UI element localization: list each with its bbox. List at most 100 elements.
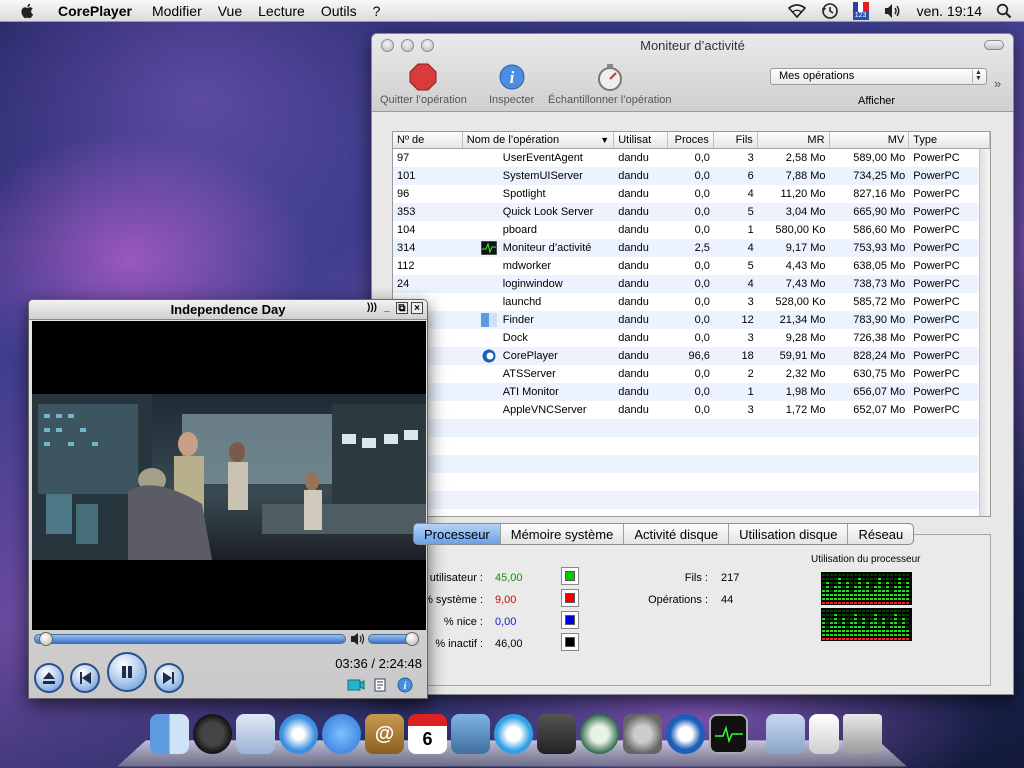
time-machine-icon[interactable] — [580, 714, 619, 754]
time-machine-menu-icon[interactable] — [821, 2, 839, 20]
table-row[interactable]: AppleVNCServer dandu 0,0 3 1,72 Mo 652,07 Mo P… — [393, 401, 990, 419]
menu-app-name[interactable]: CorePlayer — [50, 3, 144, 19]
close-icon[interactable]: × — [411, 302, 423, 314]
user-color-swatch[interactable] — [561, 567, 579, 585]
table-row[interactable]: 314 Moniteur d’activité dandu 2,5 4 9,17 Mo 75… — [393, 239, 990, 257]
blank-app-icon — [481, 367, 497, 381]
table-row[interactable]: 96 Spotlight dandu 0,0 4 11,20 Mo 827,16 Mo Pow… — [393, 185, 990, 203]
cell-cpu: 0,0 — [694, 170, 710, 182]
apple-menu-icon[interactable] — [18, 2, 38, 20]
tab-network[interactable]: Réseau — [848, 524, 913, 544]
table-row[interactable]: 24 loginwindow dandu 0,0 4 7,43 Mo 738,73 Mo Po… — [393, 275, 990, 293]
cell-user: dandu — [618, 368, 649, 380]
table-row[interactable]: ATI Monitor dandu 0,0 1 1,98 Mo 656,07 Mo Powe… — [393, 383, 990, 401]
pause-button[interactable] — [107, 652, 147, 692]
volume-icon[interactable] — [883, 3, 903, 19]
spaces-icon[interactable] — [537, 714, 576, 754]
playlist-icon[interactable] — [373, 677, 389, 693]
column-header-type[interactable]: Type — [909, 132, 990, 148]
wifi-icon[interactable] — [787, 3, 807, 18]
previous-button[interactable] — [70, 663, 100, 693]
menu-clock[interactable]: ven. 19:14 — [917, 3, 982, 19]
table-row[interactable]: 112 mdworker dandu 0,0 5 4,43 Mo 638,05 Mo Powe… — [393, 257, 990, 275]
restore-icon[interactable]: ⧉ — [396, 302, 408, 314]
menu-vue[interactable]: Vue — [210, 3, 250, 19]
address-book-icon[interactable]: @ — [365, 714, 404, 754]
table-row[interactable]: ATSServer dandu 0,0 2 2,32 Mo 630,75 Mo PowerP… — [393, 365, 990, 383]
volume-icon[interactable] — [350, 632, 366, 646]
coreplayer-icon[interactable] — [666, 714, 705, 754]
cell-threads: 1 — [747, 386, 754, 398]
column-header-user[interactable]: Utilisat — [614, 132, 669, 148]
system-color-swatch[interactable] — [561, 589, 579, 607]
applications-folder-icon[interactable] — [766, 714, 805, 754]
column-header-threads[interactable]: Fils — [714, 132, 758, 148]
documents-stack-icon[interactable] — [809, 714, 839, 754]
video-mode-icon[interactable] — [347, 678, 365, 692]
eject-button[interactable] — [34, 663, 64, 693]
table-row[interactable]: 101 SystemUIServer dandu 0,0 6 7,88 Mo 734,25 … — [393, 167, 990, 185]
nice-color-swatch[interactable] — [561, 611, 579, 629]
menu-modifier[interactable]: Modifier — [144, 3, 210, 19]
cell-type: PowerPC — [913, 296, 960, 308]
activity-monitor-icon[interactable] — [709, 714, 748, 754]
seek-bar[interactable] — [34, 634, 346, 644]
cell-pid: 96 — [397, 188, 410, 200]
column-header-name[interactable]: Nom de l’opération ▼ — [463, 132, 615, 148]
tab-cpu[interactable]: Processeur — [414, 524, 501, 544]
system-preferences-icon[interactable] — [623, 714, 662, 754]
seek-handle[interactable] — [39, 632, 53, 646]
table-row[interactable]: Dock dandu 0,0 3 9,28 Mo 726,38 Mo PowerPC — [393, 329, 990, 347]
cell-vm: 783,90 Mo — [853, 314, 906, 326]
menu-outils[interactable]: Outils — [313, 3, 365, 19]
info-icon[interactable]: i — [397, 677, 413, 693]
cell-vm: 726,38 Mo — [853, 332, 906, 344]
tab-system-memory[interactable]: Mémoire système — [501, 524, 625, 544]
input-source-flag-icon[interactable]: 123 — [852, 1, 869, 20]
finder-icon[interactable] — [150, 714, 189, 754]
ical-icon[interactable]: 6 — [408, 714, 447, 754]
table-row[interactable]: launchd dandu 0,0 3 528,00 Ko 585,72 Mo PowerP… — [393, 293, 990, 311]
column-header-virtual-memory[interactable]: MV — [830, 132, 910, 148]
column-header-real-memory[interactable]: MR — [758, 132, 830, 148]
ichat-icon[interactable] — [322, 714, 361, 754]
cell-rm: 21,34 Mo — [779, 314, 826, 326]
quit-process-button[interactable]: Quitter l’opération — [380, 60, 467, 106]
cell-rm: 528,00 Ko — [775, 296, 826, 308]
idle-color-swatch[interactable] — [561, 633, 579, 651]
cell-vm: 638,05 Mo — [853, 260, 906, 272]
table-row[interactable]: Finder dandu 0,0 12 21,34 Mo 783,90 Mo PowerPC — [393, 311, 990, 329]
safari-icon[interactable] — [279, 714, 318, 754]
cell-user: dandu — [618, 260, 649, 272]
process-filter-select[interactable]: Mes opérations ▲ ▼ — [770, 68, 987, 85]
video-area[interactable] — [32, 321, 426, 630]
trash-icon[interactable] — [843, 714, 882, 754]
table-row[interactable]: 104 pboard dandu 0,0 1 580,00 Ko 586,60 Mo Powe… — [393, 221, 990, 239]
cell-threads: 4 — [747, 242, 754, 254]
minimize-icon[interactable]: _ — [381, 302, 393, 314]
broadcast-icon[interactable]: ))) — [366, 302, 378, 314]
volume-handle[interactable] — [405, 632, 419, 646]
tab-disk-activity[interactable]: Activité disque — [624, 524, 730, 544]
menu-lecture[interactable]: Lecture — [250, 3, 313, 19]
inspect-button[interactable]: i Inspecter — [489, 60, 534, 106]
dashboard-icon[interactable] — [193, 714, 232, 754]
next-button[interactable] — [154, 663, 184, 693]
table-row[interactable]: 97 UserEventAgent dandu 0,0 3 2,58 Mo 589,00 M… — [393, 149, 990, 167]
toolbar-overflow-icon[interactable]: » — [994, 76, 1001, 91]
mail-icon[interactable] — [236, 714, 275, 754]
blank-app-icon — [481, 331, 497, 345]
cell-rm: 11,20 Mo — [780, 188, 826, 200]
column-header-cpu[interactable]: Proces — [668, 132, 714, 148]
column-header-pid[interactable]: Nº de — [393, 132, 463, 148]
menu-help[interactable]: ? — [365, 3, 389, 19]
iphoto-icon[interactable] — [451, 714, 490, 754]
sample-process-button[interactable]: Échantillonner l’opération — [548, 60, 672, 106]
itunes-icon[interactable] — [494, 714, 533, 754]
empty-row — [393, 455, 990, 473]
table-row[interactable]: CorePlayer dandu 96,6 18 59,91 Mo 828,24 Mo Po… — [393, 347, 990, 365]
spotlight-search-icon[interactable] — [996, 3, 1012, 19]
tab-disk-usage[interactable]: Utilisation disque — [729, 524, 849, 544]
table-scrollbar[interactable] — [979, 149, 990, 516]
table-row[interactable]: 353 Quick Look Server dandu 0,0 5 3,04 Mo 665,… — [393, 203, 990, 221]
